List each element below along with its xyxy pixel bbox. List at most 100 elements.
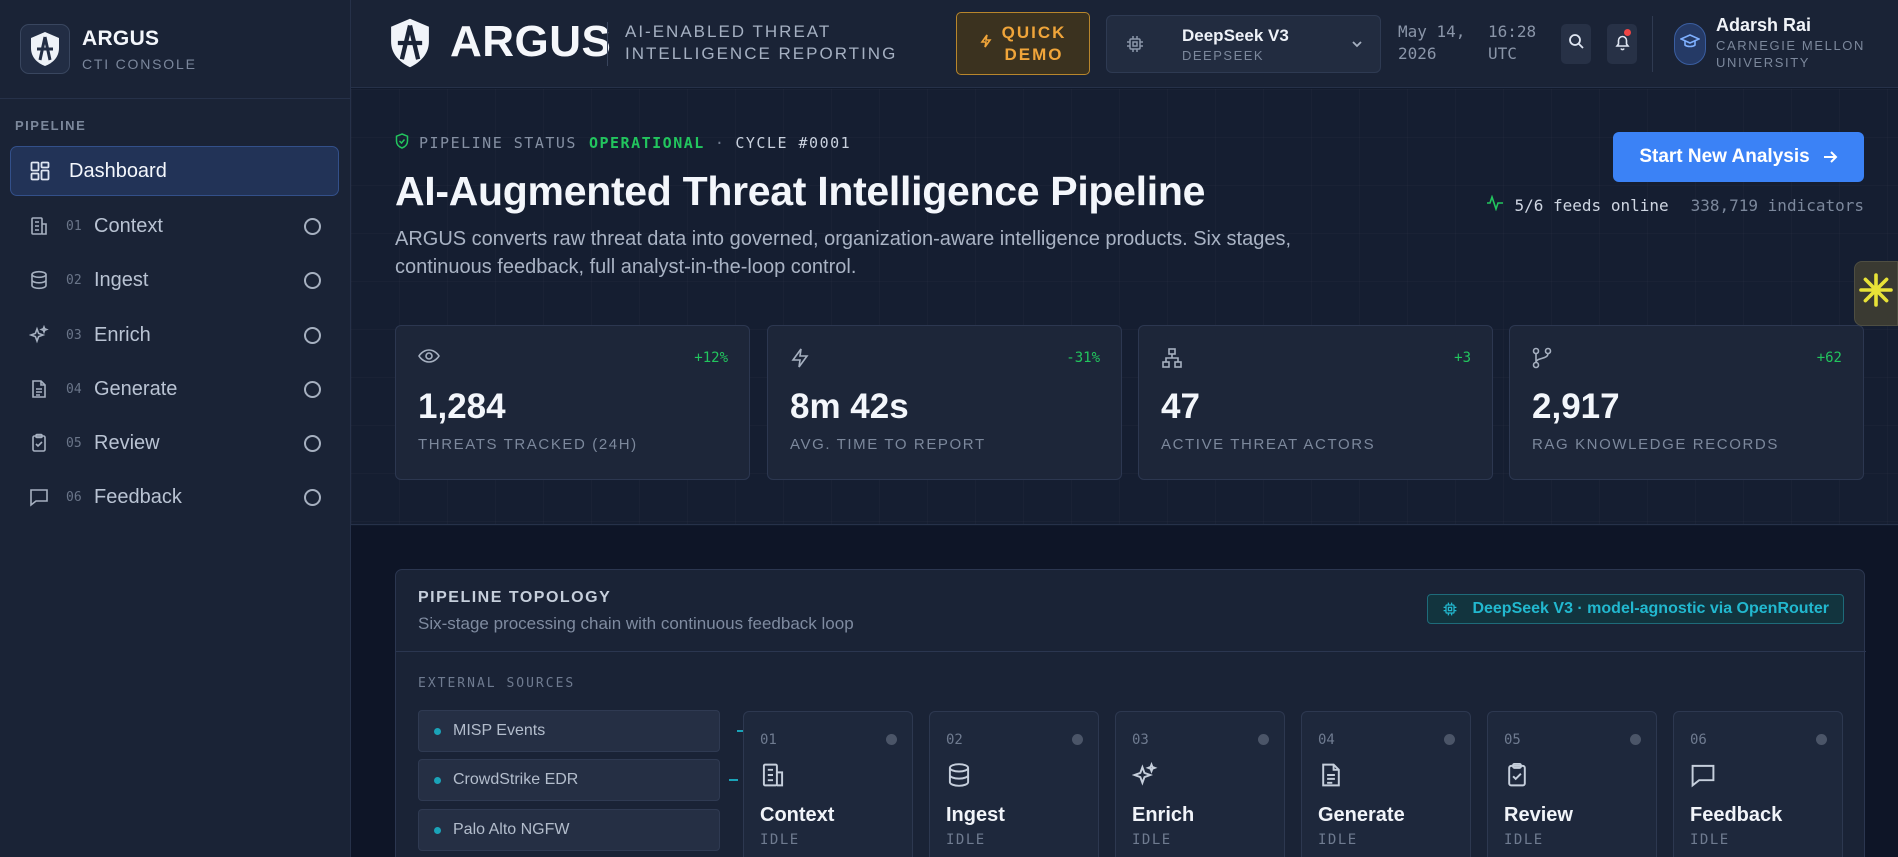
model-selector[interactable]: DeepSeek V3 DEEPSEEK (1106, 15, 1381, 73)
source-item[interactable]: CrowdStrike EDR (418, 759, 720, 801)
status-ring-icon (304, 326, 321, 344)
stage-name: Feedback (1690, 804, 1783, 826)
stage-card-review[interactable]: 05 Review IDLE (1487, 711, 1657, 857)
stage-state: IDLE (1690, 832, 1730, 848)
source-label: CrowdStrike EDR (453, 771, 579, 788)
stage-name: Context (760, 804, 835, 826)
stage-card-enrich[interactable]: 03 Enrich IDLE (1115, 711, 1285, 857)
status-value: OPERATIONAL (588, 134, 705, 152)
sidebar-item-number: 03 (66, 327, 82, 343)
sidebar-item-label: Context (94, 214, 163, 237)
sidebar: ARGUS CTI CONSOLE PIPELINE Dashboard 01 … (0, 0, 351, 857)
stage-card-feedback[interactable]: 06 Feedback IDLE (1673, 711, 1843, 857)
model-name: DeepSeek V3 (1182, 26, 1289, 45)
avatar[interactable] (1674, 23, 1706, 65)
stage-name: Ingest (946, 804, 1005, 826)
quick-demo-button[interactable]: QUICK DEMO (956, 12, 1090, 75)
document-icon (1318, 762, 1344, 793)
sidebar-item-number: 01 (66, 218, 82, 234)
sidebar-item-dashboard[interactable]: Dashboard (10, 146, 339, 196)
sidebar-item-enrich[interactable]: 03 Enrich (10, 310, 339, 360)
database-icon (946, 762, 972, 793)
argus-logo-icon[interactable] (387, 16, 433, 75)
topology-subtitle: Six-stage processing chain with continuo… (418, 614, 854, 633)
stage-state: IDLE (760, 832, 800, 848)
argus-logo-icon (20, 24, 70, 74)
sidebar-brand-name: ARGUS (82, 26, 160, 50)
stage-number: 04 (1318, 732, 1335, 748)
clipboard-check-icon (27, 431, 51, 455)
source-connector (729, 779, 738, 781)
topology-title: PIPELINE TOPOLOGY (418, 589, 612, 606)
model-provider: DEEPSEEK (1182, 48, 1265, 63)
sidebar-item-number: 06 (66, 489, 82, 505)
stage-status-dot (1072, 734, 1083, 745)
sparkles-icon (27, 323, 51, 347)
sidebar-item-generate[interactable]: 04 Generate (10, 364, 339, 414)
stage-name: Review (1504, 804, 1573, 826)
cpu-chip-icon (1442, 601, 1458, 617)
asterisk-icon (1858, 269, 1894, 319)
stage-card-generate[interactable]: 04 Generate IDLE (1301, 711, 1471, 857)
source-item[interactable]: Palo Alto NGFW (418, 809, 720, 851)
stage-status-dot (886, 734, 897, 745)
sidebar-item-ingest[interactable]: 02 Ingest (10, 255, 339, 305)
source-label: Palo Alto NGFW (453, 821, 570, 838)
stat-label: ACTIVE THREAT ACTORS (1161, 436, 1376, 453)
sidebar-item-context[interactable]: 01 Context (10, 201, 339, 251)
lightning-icon (980, 34, 992, 53)
source-item[interactable]: MISP Events (418, 710, 720, 752)
stage-status-dot (1630, 734, 1641, 745)
stage-number: 03 (1132, 732, 1149, 748)
stat-delta: +3 (1454, 350, 1471, 366)
stage-state: IDLE (1318, 832, 1358, 848)
source-dot (434, 727, 441, 735)
git-branch-icon (1532, 347, 1552, 374)
page-title: AI-Augmented Threat Intelligence Pipelin… (395, 168, 1206, 214)
stat-value: 8m 42s (790, 387, 909, 426)
start-new-analysis-button[interactable]: Start New Analysis (1613, 132, 1864, 182)
source-dot (434, 826, 441, 834)
stage-state: IDLE (946, 832, 986, 848)
stage-number: 01 (760, 732, 777, 748)
clipboard-check-icon (1504, 762, 1530, 793)
source-label: MISP Events (453, 722, 546, 739)
sidebar-section-label: PIPELINE (15, 118, 87, 133)
sidebar-item-feedback[interactable]: 06 Feedback (10, 472, 339, 522)
sidebar-item-label: Dashboard (69, 159, 167, 182)
status-ring-icon (304, 217, 321, 235)
sidebar-brand[interactable]: ARGUS CTI CONSOLE (0, 0, 350, 99)
sidebar-item-label: Feedback (94, 485, 182, 508)
stage-name: Enrich (1132, 804, 1195, 826)
sidebar-item-label: Ingest (94, 268, 149, 291)
user-name[interactable]: Adarsh Rai (1716, 15, 1811, 36)
notification-dot (1624, 29, 1631, 36)
message-icon (27, 485, 51, 509)
eye-icon (418, 347, 440, 370)
stat-card-threat-actors: +3 47 ACTIVE THREAT ACTORS (1138, 325, 1493, 480)
hero-section: PIPELINE STATUS OPERATIONAL · CYCLE #000… (351, 89, 1898, 525)
divider (1652, 16, 1653, 72)
building-icon (27, 214, 51, 238)
status-ring-icon (304, 380, 321, 398)
search-button[interactable] (1561, 24, 1591, 64)
stage-card-ingest[interactable]: 02 Ingest IDLE (929, 711, 1099, 857)
asterisk-tab-button[interactable] (1854, 261, 1898, 326)
stat-delta: -31% (1066, 350, 1100, 366)
sidebar-item-label: Enrich (94, 323, 151, 346)
stat-delta: +12% (694, 350, 728, 366)
stat-card-time-to-report: -31% 8m 42s AVG. TIME TO REPORT (767, 325, 1122, 480)
stage-number: 05 (1504, 732, 1521, 748)
stage-card-context[interactable]: 01 Context IDLE (743, 711, 913, 857)
page-description: ARGUS converts raw threat data into gove… (395, 228, 1292, 278)
sparkles-icon (1131, 761, 1158, 793)
user-organization: CARNEGIE MELLON UNIVERSITY (1716, 38, 1865, 70)
notifications-button[interactable] (1607, 24, 1637, 64)
app-tagline: AI-ENABLED THREAT INTELLIGENCE REPORTING (625, 21, 897, 65)
building-icon (760, 762, 786, 793)
stat-card-rag-records: +62 2,917 RAG KNOWLEDGE RECORDS (1509, 325, 1864, 480)
model-badge-label: DeepSeek V3 · model-agnostic via OpenRou… (1472, 600, 1829, 617)
sidebar-item-review[interactable]: 05 Review (10, 418, 339, 468)
stat-label: THREATS TRACKED (24H) (418, 436, 638, 453)
quick-demo-label: QUICK DEMO (1001, 22, 1067, 64)
